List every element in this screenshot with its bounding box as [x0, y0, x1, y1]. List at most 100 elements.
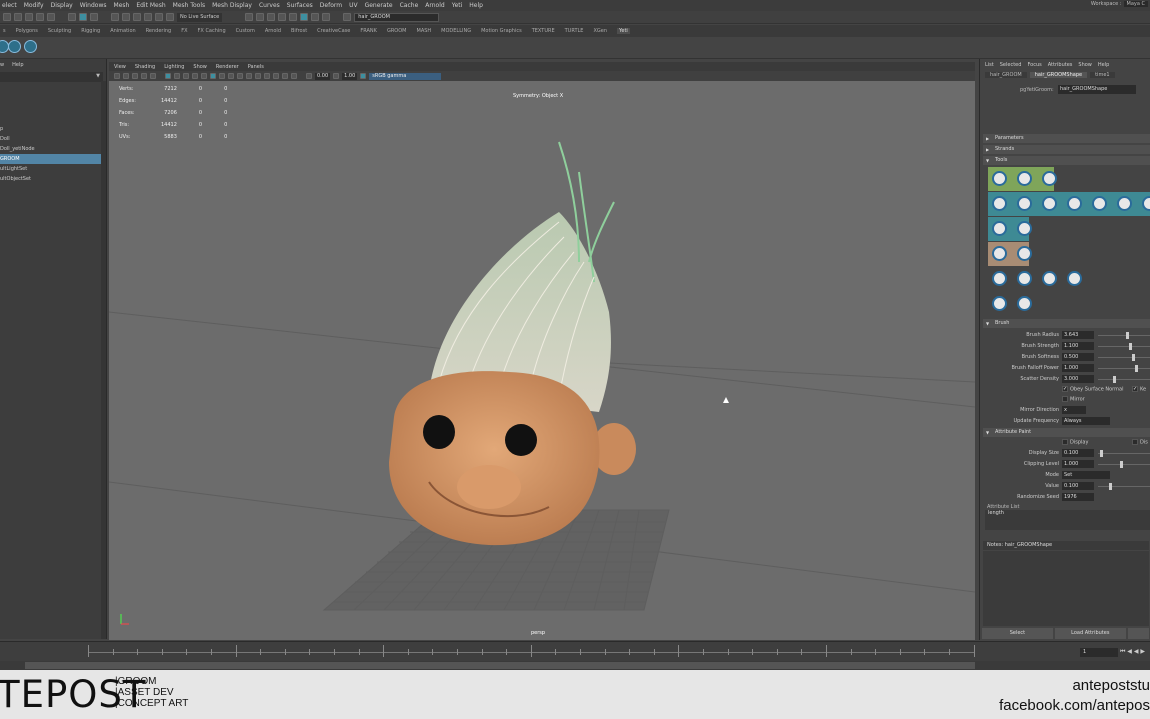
move-icon[interactable] [992, 221, 1007, 236]
cut-icon[interactable] [1017, 196, 1032, 211]
smooth-icon[interactable] [1092, 196, 1107, 211]
shelf-tab-s[interactable]: s [3, 28, 6, 34]
hypershade-icon[interactable] [278, 13, 287, 21]
section-tools[interactable]: Tools [983, 156, 1150, 165]
input-line-icon[interactable] [343, 13, 352, 21]
select-button[interactable]: Select [982, 628, 1053, 639]
outliner-item[interactable]: ultObjectSet [0, 174, 106, 184]
mirror-direction-dropdown[interactable]: x [1062, 406, 1086, 414]
update-frequency-dropdown[interactable]: Always [1062, 417, 1110, 425]
menu-item-cache[interactable]: Cache [400, 2, 419, 9]
menu-item-mesh-display[interactable]: Mesh Display [212, 2, 252, 9]
snap-projected-icon[interactable] [144, 13, 152, 21]
fan-icon[interactable] [1142, 196, 1150, 211]
brush-attr-slider[interactable] [1098, 346, 1150, 347]
sculpt-icon[interactable] [1017, 296, 1032, 311]
redo-icon[interactable] [47, 13, 55, 21]
snap-view-plane-icon[interactable] [155, 13, 163, 21]
shelf-tab-rendering[interactable]: Rendering [146, 28, 172, 34]
menu-item-elect[interactable]: elect [2, 2, 17, 9]
shelf-tab-bifrost[interactable]: Bifrost [291, 28, 307, 34]
snap-curve-icon[interactable] [122, 13, 130, 21]
shelf-tab-custom[interactable]: Custom [236, 28, 255, 34]
shelf-tab-rigging[interactable]: Rigging [81, 28, 100, 34]
display-size-field[interactable]: 0.100 [1062, 449, 1094, 457]
brush-attr-slider[interactable] [1098, 335, 1150, 336]
outliner-item[interactable]: Doll_yetiNode [0, 144, 106, 154]
shelf-tab-turtle[interactable]: TURTLE [565, 28, 584, 34]
shelf-tab-fx-caching[interactable]: FX Caching [198, 28, 226, 34]
display-checkbox[interactable]: Display [1062, 439, 1088, 446]
section-attribute-paint[interactable]: Attribute Paint [983, 428, 1150, 437]
make-live-icon[interactable] [166, 13, 174, 21]
mirror-checkbox[interactable]: Mirror [1062, 396, 1085, 403]
shelf-tab-groom[interactable]: GROOM [387, 28, 407, 34]
outliner-item[interactable]: ultLightSet [0, 164, 106, 174]
ae-menu-focus[interactable]: Focus [1027, 62, 1041, 68]
outliner-scrollbar[interactable] [101, 81, 106, 639]
shelf-tab-motion-graphics[interactable]: Motion Graphics [481, 28, 522, 34]
mode-dropdown[interactable]: Set [1062, 471, 1110, 479]
brush-attr-field[interactable]: 3.000 [1062, 375, 1094, 383]
paint-select-icon[interactable] [90, 13, 98, 21]
ae-menu-attributes[interactable]: Attributes [1048, 62, 1073, 68]
slider-knob-icon[interactable] [1135, 365, 1138, 372]
viewport-panel[interactable]: View Shading Lighting Show Renderer Panels 0.… [109, 62, 975, 640]
range-slider-bar[interactable] [25, 662, 975, 669]
outliner-menu-item[interactable]: Help [12, 62, 23, 68]
ae-menu-list[interactable]: List [985, 62, 994, 68]
value-slider[interactable] [1098, 486, 1150, 487]
outliner-item[interactable]: p [0, 124, 106, 134]
menu-item-help[interactable]: Help [469, 2, 483, 9]
snap-grid-icon[interactable] [111, 13, 119, 21]
menu-item-yeti[interactable]: Yeti [452, 2, 463, 9]
grab-icon[interactable] [1042, 196, 1057, 211]
comb-icon[interactable] [992, 196, 1007, 211]
attribute-list[interactable]: length [985, 510, 1150, 530]
slider-knob-icon[interactable] [1132, 354, 1135, 361]
menu-item-edit-mesh[interactable]: Edit Mesh [136, 2, 165, 9]
outliner-item[interactable]: GROOM [0, 154, 106, 164]
new-scene-icon[interactable] [3, 13, 11, 21]
brush-attr-field[interactable]: 0.500 [1062, 353, 1094, 361]
live-surface-field[interactable]: No Live Surface [177, 12, 223, 22]
node-name-field[interactable]: hair_GROOMShape [1058, 85, 1136, 94]
arnold-ipr-icon[interactable] [311, 13, 320, 21]
menu-item-deform[interactable]: Deform [320, 2, 342, 9]
shelf-tab-polygons[interactable]: Polygons [16, 28, 38, 34]
select-tool-icon[interactable] [68, 13, 76, 21]
kill-icon[interactable] [1042, 271, 1057, 286]
menu-item-display[interactable]: Display [51, 2, 73, 9]
shelf-tab-creativecase[interactable]: CreativeCase [317, 28, 350, 34]
ae-menu-selected[interactable]: Selected [1000, 62, 1022, 68]
slider-knob-icon[interactable] [1100, 450, 1103, 457]
notes-textarea[interactable] [983, 551, 1149, 626]
select-icon[interactable] [1017, 221, 1032, 236]
menu-item-windows[interactable]: Windows [80, 2, 107, 9]
outliner-item[interactable] [0, 84, 106, 94]
render-icon[interactable] [245, 13, 254, 21]
outliner-item[interactable]: Doll [0, 134, 106, 144]
load-attributes-button[interactable]: Load Attributes [1054, 628, 1126, 639]
ae-tab[interactable]: hair_GROOMShape [1029, 72, 1088, 78]
section-brush[interactable]: Brush [983, 319, 1150, 328]
direction-icon[interactable] [1017, 271, 1032, 286]
add-icon[interactable] [992, 171, 1007, 186]
scatter-icon[interactable] [1042, 171, 1057, 186]
randomize-seed-field[interactable]: 1976 [1062, 493, 1094, 501]
save-scene-icon[interactable] [25, 13, 33, 21]
menu-item-surfaces[interactable]: Surfaces [287, 2, 313, 9]
menu-item-mesh[interactable]: Mesh [114, 2, 130, 9]
outliner-item[interactable] [0, 114, 106, 124]
shelf-tab-mash[interactable]: MASH [417, 28, 432, 34]
shelf-tab-texture[interactable]: TEXTURE [532, 28, 555, 34]
slider-knob-icon[interactable] [1109, 483, 1112, 490]
menu-item-generate[interactable]: Generate [365, 2, 393, 9]
arnold-render-icon[interactable] [300, 13, 309, 21]
render-view-icon[interactable] [289, 13, 298, 21]
brush-attr-field[interactable]: 1.000 [1062, 364, 1094, 372]
menu-item-mesh-tools[interactable]: Mesh Tools [173, 2, 205, 9]
scale-icon[interactable] [1017, 246, 1032, 261]
time-slider[interactable]: 1 ⏮ ◀ ◀ ▶ [0, 641, 1150, 661]
copy-tab-button[interactable] [1127, 628, 1150, 639]
